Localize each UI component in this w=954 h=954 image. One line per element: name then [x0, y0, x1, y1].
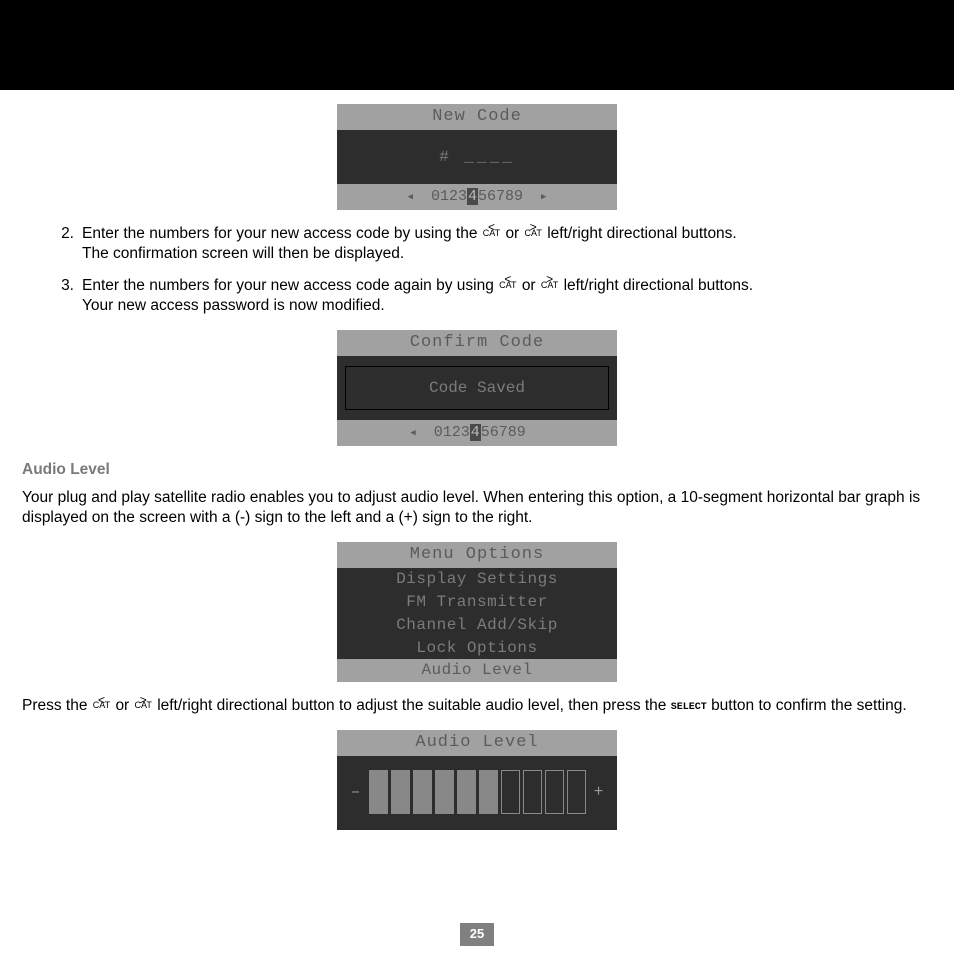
audio-level-heading: Audio Level [22, 460, 932, 480]
lcd-new-code: New Code # ____ ◀ 0123456789 ▶ [337, 104, 617, 210]
step2-text-c: The confirmation screen will then be dis… [82, 245, 404, 262]
menu-item-audio-level-selected: Audio Level [337, 659, 617, 682]
audio-level-paragraph: Your plug and play satellite radio enabl… [22, 488, 932, 528]
audio-bar-segment [567, 770, 586, 814]
press-text-c: button to confirm the setting. [711, 697, 907, 714]
digits-pre: 0123 [434, 424, 470, 441]
code-saved-text: Code Saved [429, 378, 525, 399]
digits-post: 56789 [478, 188, 523, 205]
step2-or: or [505, 225, 523, 242]
triangle-left-icon: ◀ [410, 428, 415, 438]
digit-highlighted: 4 [470, 424, 481, 441]
step2-text-a: Enter the numbers for your new access co… [82, 225, 482, 242]
step-number: 2. [22, 224, 82, 264]
digits-post: 56789 [481, 424, 526, 441]
code-prompt: # ____ [439, 147, 515, 168]
select-icon: SELECT [671, 702, 707, 713]
page-number: 25 [460, 923, 494, 946]
lcd-digit-row: ◀ 0123456789 ▶ [337, 184, 617, 210]
step3-text-b: left/right directional buttons. [564, 277, 754, 294]
press-or: or [115, 697, 133, 714]
audio-bar-segment [435, 770, 454, 814]
step-number: 3. [22, 276, 82, 316]
page-footer: 25 [0, 923, 954, 946]
triangle-right-icon: ▶ [541, 192, 546, 202]
lcd-title: Audio Level [337, 730, 617, 756]
audio-bar-graph [369, 770, 586, 814]
lcd-title: Confirm Code [337, 330, 617, 356]
triangle-left-icon: ◀ [408, 192, 413, 202]
step3-or: or [522, 277, 540, 294]
step3-text-c: Your new access password is now modified… [82, 297, 385, 314]
press-text-b: left/right directional button to adjust … [157, 697, 671, 714]
minus-icon: – [349, 782, 363, 803]
audio-bar-segment [369, 770, 388, 814]
audio-bar-segment [391, 770, 410, 814]
menu-item-lock-options: Lock Options [337, 637, 617, 660]
lcd-confirm-code: Confirm Code Code Saved ◀ 0123456789 [337, 330, 617, 446]
audio-bar-segment [501, 770, 520, 814]
cat-right-icon: >CAT [525, 224, 542, 236]
cat-right-icon: >CAT [541, 276, 558, 288]
cat-left-icon: <CAT [483, 224, 500, 236]
lcd-title: New Code [337, 104, 617, 130]
audio-bar-segment [523, 770, 542, 814]
lcd-audio-level: Audio Level – + [337, 730, 617, 830]
press-text-a: Press the [22, 697, 92, 714]
audio-bar-segment [413, 770, 432, 814]
audio-bar-segment [545, 770, 564, 814]
instruction-step-2: 2. Enter the numbers for your new access… [22, 224, 932, 264]
press-paragraph: Press the <CAT or >CAT left/right direct… [22, 696, 932, 716]
audio-bar-segment [479, 770, 498, 814]
lcd-title: Menu Options [337, 542, 617, 568]
digits-pre: 0123 [431, 188, 467, 205]
menu-item-display-settings: Display Settings [337, 568, 617, 591]
cat-right-icon: >CAT [135, 697, 152, 709]
cat-left-icon: <CAT [499, 276, 516, 288]
lcd-digit-row: ◀ 0123456789 [337, 420, 617, 446]
step3-text-a: Enter the numbers for your new access co… [82, 277, 498, 294]
top-black-band [0, 0, 954, 90]
lcd-menu-options: Menu Options Display Settings FM Transmi… [337, 542, 617, 682]
lcd-body: # ____ [337, 130, 617, 184]
menu-item-fm-transmitter: FM Transmitter [337, 591, 617, 614]
plus-icon: + [592, 782, 606, 803]
step2-text-b: left/right directional buttons. [547, 225, 737, 242]
code-saved-box: Code Saved [345, 366, 609, 410]
instruction-step-3: 3. Enter the numbers for your new access… [22, 276, 932, 316]
menu-item-channel-add-skip: Channel Add/Skip [337, 614, 617, 637]
digit-highlighted: 4 [467, 188, 478, 205]
audio-bar-segment [457, 770, 476, 814]
cat-left-icon: <CAT [93, 697, 110, 709]
